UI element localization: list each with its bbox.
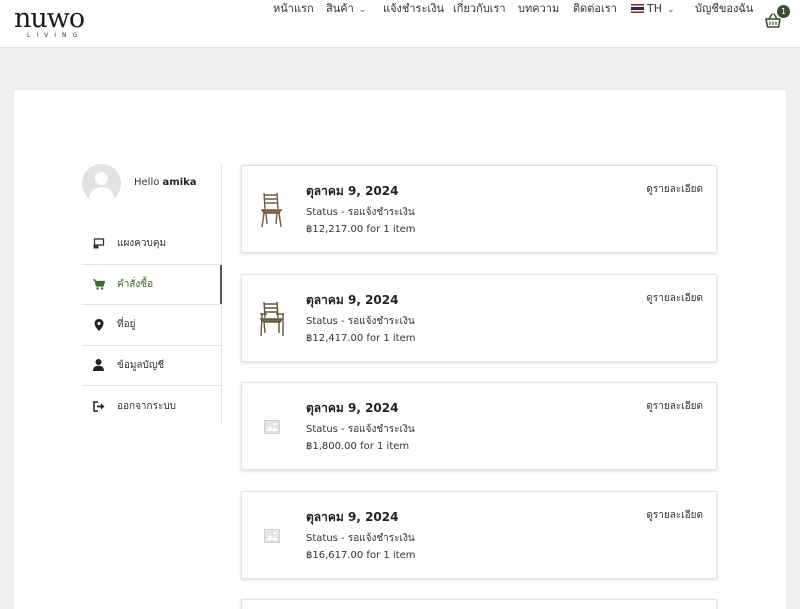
- profile-block: Hello amika: [82, 164, 222, 204]
- nav-about-label: เกี่ยวกับเรา: [453, 2, 506, 15]
- armchair-icon: [256, 297, 288, 341]
- sidebar-item-logout[interactable]: ออกจากระบบ: [82, 386, 222, 427]
- nav-contact[interactable]: ติดต่อเรา: [573, 0, 617, 18]
- view-details-link[interactable]: ดูรายละเอียด: [646, 182, 703, 197]
- greeting: Hello amika: [134, 177, 197, 188]
- location-pin-icon: [92, 318, 105, 331]
- order-status: Status - รอแจ้งชำระเงิน: [306, 533, 415, 544]
- nav-products[interactable]: สินค้า ⌄: [326, 0, 366, 19]
- nav-my-account-label: บัญชีของฉัน: [695, 2, 754, 15]
- nav-my-account[interactable]: บัญชีของฉัน: [695, 0, 753, 18]
- sidebar-item-orders[interactable]: คำสั่งซื้อ: [82, 265, 222, 305]
- chair-icon: [256, 188, 288, 232]
- image-placeholder-icon: [256, 405, 288, 449]
- nav-about[interactable]: เกี่ยวกับเรา: [453, 0, 506, 18]
- order-date: ตุลาคม 9, 2024: [306, 293, 399, 307]
- sidebar-item-address[interactable]: ที่อยู่: [82, 305, 222, 346]
- sidebar-item-dashboard[interactable]: แผงควบคุม: [82, 224, 222, 265]
- avatar: [82, 164, 121, 203]
- order-total: ฿12,217.00 for 1 item: [306, 224, 416, 235]
- order-card-partial[interactable]: [241, 599, 717, 609]
- order-date: ตุลาคม 9, 2024: [306, 184, 399, 198]
- order-status: Status - รอแจ้งชำระเงิน: [306, 424, 415, 435]
- nav-home[interactable]: หน้าแรก: [273, 0, 314, 18]
- nav-language[interactable]: TH ⌄: [631, 0, 675, 19]
- nav-payment-label: แจ้งชำระเงิน: [383, 2, 445, 15]
- order-total: ฿1,800.00 for 1 item: [306, 441, 410, 452]
- logo-wordmark: nuwo: [14, 3, 85, 34]
- sidebar-item-label: คำสั่งซื้อ: [117, 278, 154, 290]
- user-icon: [92, 359, 105, 372]
- view-details-link[interactable]: ดูรายละเอียด: [646, 399, 703, 414]
- sidebar-item-account-details[interactable]: ข้อมูลบัญชี: [82, 346, 222, 386]
- nav-contact-label: ติดต่อเรา: [573, 2, 617, 15]
- order-date: ตุลาคม 9, 2024: [306, 510, 399, 524]
- cart-icon: [92, 278, 105, 291]
- nav-home-label: หน้าแรก: [273, 2, 314, 15]
- sidebar-item-label: แผงควบคุม: [117, 238, 167, 250]
- order-total: ฿16,617.00 for 1 item: [306, 550, 416, 561]
- order-status: Status - รอแจ้งชำระเงิน: [306, 316, 415, 327]
- sidebar-item-label: ข้อมูลบัญชี: [117, 359, 165, 371]
- image-placeholder-icon: [256, 514, 288, 558]
- nav-articles[interactable]: บทความ: [518, 0, 559, 18]
- account-sidebar: แผงควบคุม คำสั่งซื้อ ที่อยู่ ข้อมูลบัญชี…: [82, 224, 222, 427]
- order-card[interactable]: ตุลาคม 9, 2024 Status - รอแจ้งชำระเงิน ฿…: [241, 165, 717, 253]
- nav-language-label: TH: [647, 2, 662, 15]
- order-total: ฿12,417.00 for 1 item: [306, 333, 416, 344]
- nuwo-logo[interactable]: nuwo LIVING: [14, 3, 94, 40]
- dashboard-icon: [92, 237, 105, 250]
- sidebar-item-label: ที่อยู่: [117, 319, 136, 331]
- logout-icon: [92, 400, 105, 413]
- cart-count-badge: 1: [777, 5, 790, 18]
- nav-payment-notify[interactable]: แจ้งชำระเงิน: [383, 0, 444, 18]
- order-card[interactable]: ตุลาคม 9, 2024 Status - รอแจ้งชำระเงิน ฿…: [241, 274, 717, 362]
- chevron-down-icon: ⌄: [667, 5, 675, 15]
- nav-products-label: สินค้า: [326, 2, 354, 15]
- thai-flag-icon: [631, 4, 644, 13]
- nav-articles-label: บทความ: [518, 2, 560, 15]
- username: amika: [162, 177, 197, 188]
- view-details-link[interactable]: ดูรายละเอียด: [646, 291, 703, 306]
- site-header: nuwo LIVING หน้าแรก สินค้า ⌄ แจ้งชำระเงิน…: [0, 0, 800, 48]
- sidebar-item-label: ออกจากระบบ: [117, 400, 177, 412]
- order-card[interactable]: ตุลาคม 9, 2024 Status - รอแจ้งชำระเงิน ฿…: [241, 382, 717, 470]
- chevron-down-icon: ⌄: [358, 5, 367, 15]
- order-card[interactable]: ตุลาคม 9, 2024 Status - รอแจ้งชำระเงิน ฿…: [241, 491, 717, 579]
- order-status: Status - รอแจ้งชำระเงิน: [306, 207, 415, 218]
- order-date: ตุลาคม 9, 2024: [306, 401, 399, 415]
- greeting-text: Hello: [134, 177, 160, 188]
- view-details-link[interactable]: ดูรายละเอียด: [646, 508, 703, 523]
